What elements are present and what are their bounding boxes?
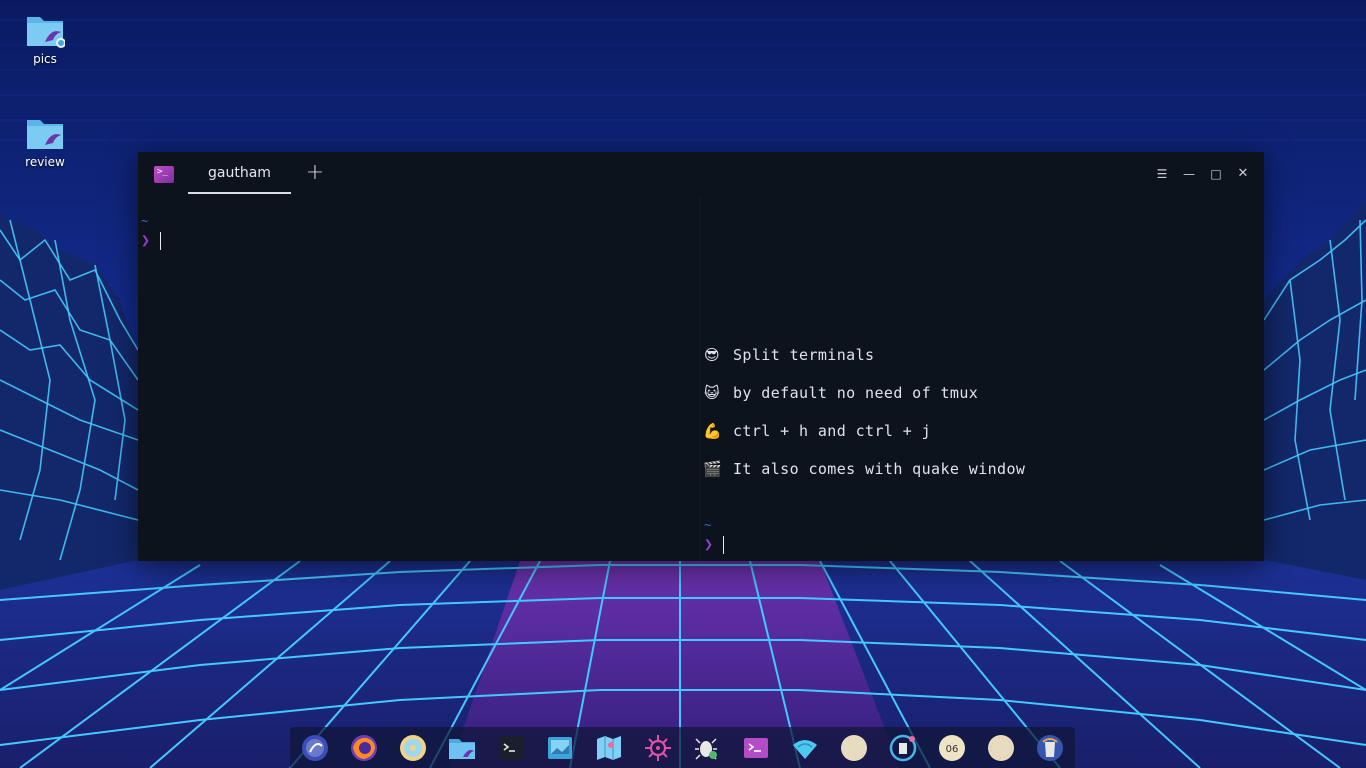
folder-icon [25, 12, 66, 48]
cwd-tilde: ~ [141, 214, 149, 228]
notification-icon[interactable] [888, 733, 918, 763]
muscle-emoji-icon: 💪 [703, 422, 723, 440]
wifi-icon[interactable] [790, 733, 820, 763]
sunglasses-emoji-icon: 😎 [703, 346, 721, 364]
close-icon[interactable]: ✕ [1234, 165, 1252, 183]
tab-gautham[interactable]: gautham [188, 152, 291, 194]
plus-icon[interactable]: + [304, 162, 326, 184]
maps-icon[interactable] [594, 733, 624, 763]
terminal-titlebar[interactable]: >_ gautham + ☰ — □ ✕ [138, 152, 1264, 196]
blank-app-2-icon[interactable] [986, 733, 1016, 763]
launcher-icon[interactable] [300, 733, 330, 763]
image-viewer-icon[interactable] [545, 733, 575, 763]
bug-tool-icon[interactable] [692, 733, 722, 763]
trash-icon[interactable] [1035, 733, 1065, 763]
output-line: 🎬 It also comes with quake window [703, 460, 1025, 478]
output-text: It also comes with quake window [733, 460, 1026, 478]
prompt-symbol: ❯ [704, 535, 714, 553]
output-line: 💪 ctrl + h and ctrl + j [703, 422, 931, 440]
settings-wheel-icon[interactable] [643, 733, 673, 763]
desktop-icon-label: review [25, 155, 65, 169]
prompt-symbol: ❯ [141, 231, 151, 249]
output-line: 😎 Split terminals [703, 346, 874, 364]
terminal-pane-right[interactable]: 😎 Split terminals 😺 by default no need of … [701, 196, 1264, 561]
text-cursor [723, 536, 724, 554]
terminal-pane-left[interactable]: ~ ❯ [138, 196, 698, 561]
minimize-icon[interactable]: — [1180, 165, 1198, 183]
desktop-icon-pics[interactable]: pics [10, 12, 80, 66]
clapper-emoji-icon: 🎬 [703, 460, 723, 478]
disc-player-icon[interactable] [398, 733, 428, 763]
terminal-window[interactable]: >_ gautham + ☰ — □ ✕ ~ ❯ 😎 Split terminal… [138, 152, 1264, 561]
clock-icon[interactable]: 06 [937, 733, 967, 763]
folder-icon [25, 115, 65, 151]
blank-app-icon[interactable] [839, 733, 869, 763]
file-manager-icon[interactable] [447, 733, 477, 763]
desktop-icon-label: pics [33, 52, 57, 66]
clock-text: 06 [946, 744, 959, 755]
menu-icon[interactable]: ☰ [1153, 165, 1171, 183]
terminal-icon[interactable] [496, 733, 526, 763]
text-cursor [160, 232, 161, 250]
maximize-icon[interactable]: □ [1207, 165, 1225, 183]
cwd-tilde: ~ [704, 518, 712, 532]
cat-emoji-icon: 😺 [703, 384, 721, 402]
desktop: pics review >_ gautham + ☰ — □ ✕ ~ ❯ 😎 S… [0, 0, 1366, 768]
output-text: Split terminals [733, 346, 875, 364]
output-text: ctrl + h and ctrl + j [733, 422, 932, 440]
output-line: 😺 by default no need of tmux [703, 384, 978, 402]
firefox-icon[interactable] [349, 733, 379, 763]
dock: 06 [290, 727, 1075, 768]
desktop-icon-review[interactable]: review [10, 115, 80, 169]
output-text: by default no need of tmux [733, 384, 979, 402]
deepin-terminal-icon[interactable] [741, 733, 771, 763]
terminal-app-icon: >_ [154, 166, 174, 183]
